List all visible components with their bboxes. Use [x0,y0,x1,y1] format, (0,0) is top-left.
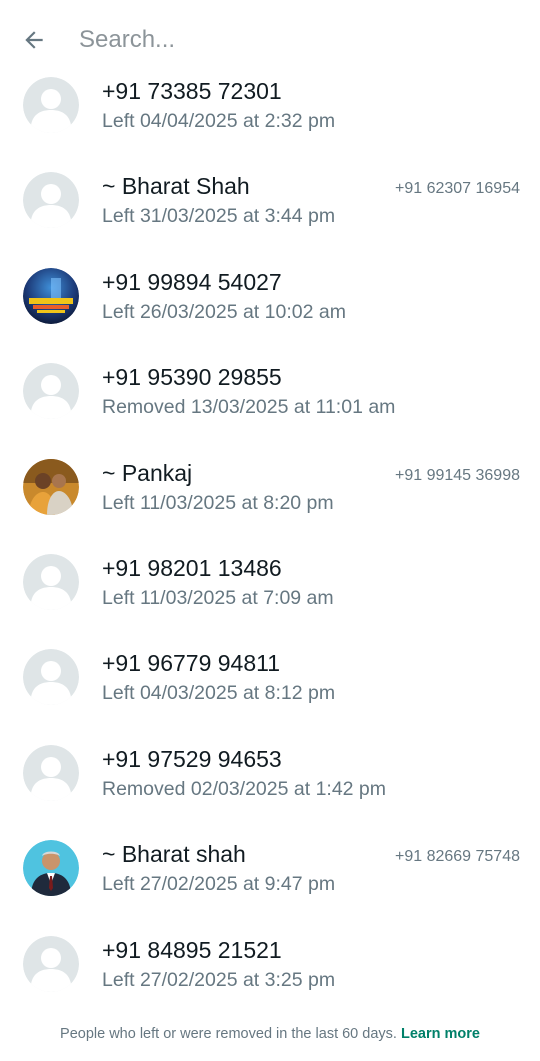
member-phone: +91 62307 16954 [394,180,520,198]
member-name: +91 98201 13486 [102,554,282,581]
member-status: Left 27/02/2025 at 3:25 pm [102,968,336,991]
profile-photo [23,458,79,515]
list-item[interactable]: ~ Bharat shah +91 82669 75748 Left 27/02… [0,821,540,916]
footer-note: People who left or were removed in the l… [0,1026,540,1042]
list-item[interactable]: +91 99894 54027 Left 26/03/2025 at 10:02… [0,249,540,344]
profile-photo [23,840,79,897]
default-avatar-icon [23,553,79,610]
member-name: +91 99894 54027 [102,268,282,295]
member-phone: +91 82669 75748 [394,848,520,866]
default-avatar-icon [23,935,79,992]
list-item[interactable]: +91 95390 29855 Removed 13/03/2025 at 11… [0,344,540,439]
footer-text: People who left or were removed in the l… [60,1026,397,1042]
member-status: Left 27/02/2025 at 9:47 pm [102,873,336,896]
member-name: +91 84895 21521 [102,936,282,963]
member-status: Removed 02/03/2025 at 1:42 pm [102,777,387,800]
default-avatar-icon [23,649,79,706]
list-item[interactable]: ~ Pankaj +91 99145 36998 Left 11/03/2025… [0,440,540,535]
list-item[interactable]: +91 98201 13486 Left 11/03/2025 at 7:09 … [0,535,540,630]
member-status: Left 31/03/2025 at 3:44 pm [102,205,336,228]
list-item[interactable]: +91 84895 21521 Left 27/02/2025 at 3:25 … [0,917,540,1012]
back-button[interactable] [16,22,52,58]
default-avatar-icon [23,172,79,229]
member-status: Left 04/04/2025 at 2:32 pm [102,110,336,132]
past-members-list: +91 73385 72301 Left 04/04/2025 at 2:32 … [0,58,540,1012]
back-arrow-icon [25,31,43,49]
list-item[interactable]: +91 97529 94653 Removed 02/03/2025 at 1:… [0,726,540,821]
list-item[interactable]: ~ Bharat Shah +91 62307 16954 Left 31/03… [0,153,540,248]
member-name: +91 95390 29855 [102,364,282,391]
learn-more-link[interactable]: Learn more [401,1026,480,1042]
default-avatar-icon [23,77,79,133]
member-status: Removed 13/03/2025 at 11:01 am [102,396,396,419]
list-item[interactable]: +91 73385 72301 Left 04/04/2025 at 2:32 … [0,58,540,153]
member-name: +91 97529 94653 [102,745,282,772]
member-status: Left 04/03/2025 at 8:12 pm [102,682,336,705]
list-item[interactable]: +91 96779 94811 Left 04/03/2025 at 8:12 … [0,630,540,725]
member-name: ~ Pankaj [102,459,193,486]
member-status: Left 11/03/2025 at 8:20 pm [102,491,334,514]
profile-photo [23,267,79,324]
member-name: +91 73385 72301 [102,78,282,104]
search-input[interactable] [79,24,499,56]
member-name: ~ Bharat shah [102,841,246,868]
member-status: Left 26/03/2025 at 10:02 am [102,300,346,323]
member-name: ~ Bharat Shah [102,173,250,200]
member-phone: +91 99145 36998 [394,466,520,484]
default-avatar-icon [23,363,79,420]
member-name: +91 96779 94811 [102,650,281,677]
member-status: Left 11/03/2025 at 7:09 am [102,586,334,609]
default-avatar-icon [23,744,79,801]
